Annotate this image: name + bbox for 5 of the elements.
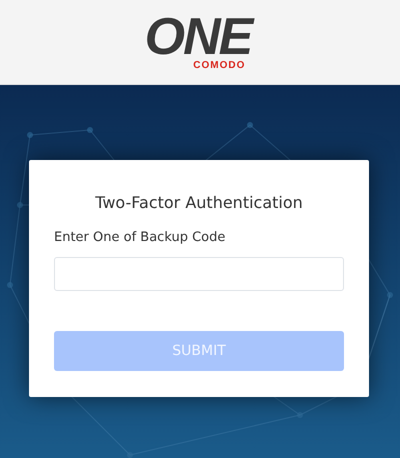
logo-brand: COMODO: [193, 60, 246, 70]
field-label: Enter One of Backup Code: [54, 230, 226, 245]
backup-code-field[interactable]: [54, 257, 344, 291]
card-title: Two-Factor Authentication: [94, 193, 304, 212]
logo-wordmark: ONE: [144, 14, 252, 60]
